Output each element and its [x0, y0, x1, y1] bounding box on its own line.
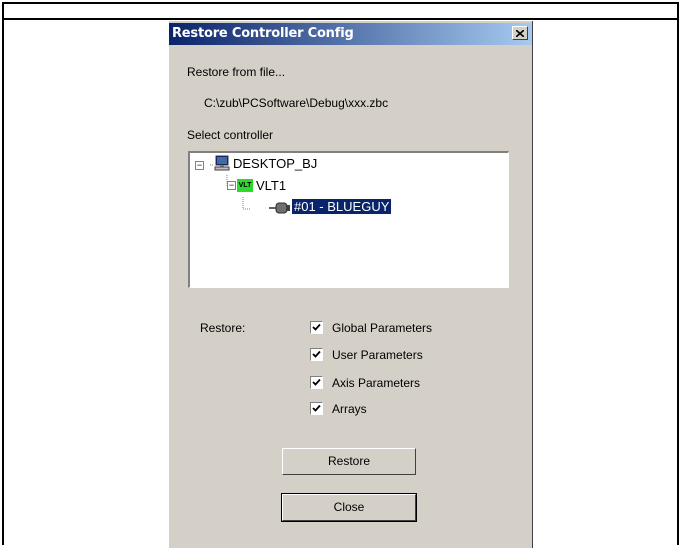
select-controller-label: Select controller	[187, 128, 274, 142]
close-icon	[516, 29, 524, 37]
checkbox-user-parameters[interactable]	[310, 348, 323, 361]
file-path: C:\zub\PCSoftware\Debug\xxx.zbc	[204, 96, 389, 110]
checkbox-axis-parameters[interactable]	[310, 376, 323, 389]
close-x-button[interactable]	[512, 26, 528, 40]
controller-tree[interactable]: − DESKTOP_BJ − VLT VLT1 #01 - BLUEGUY	[188, 151, 509, 288]
option-label: Axis Parameters	[332, 376, 421, 390]
tree-node-vlt1[interactable]: VLT1	[256, 178, 286, 193]
close-button[interactable]: Close	[281, 493, 417, 522]
expander-root[interactable]: −	[195, 161, 204, 170]
restore-button[interactable]: Restore	[282, 448, 416, 475]
controller-icon	[269, 202, 290, 214]
check-icon	[312, 350, 321, 358]
tree-node-desktop[interactable]: DESKTOP_BJ	[233, 156, 317, 171]
check-icon	[312, 323, 321, 331]
check-icon	[312, 378, 321, 386]
check-icon	[312, 404, 321, 412]
tree-node-controller[interactable]: #01 - BLUEGUY	[290, 198, 393, 215]
option-label: User Parameters	[332, 348, 423, 362]
expander-vlt[interactable]: −	[227, 181, 236, 190]
dialog-title: Restore Controller Config	[172, 26, 354, 41]
restore-label: Restore:	[200, 321, 246, 335]
checkbox-arrays[interactable]	[310, 402, 323, 415]
page-frame-top	[2, 2, 679, 20]
option-label: Global Parameters	[332, 321, 433, 335]
restore-from-label: Restore from file...	[187, 65, 286, 79]
option-label: Arrays	[332, 402, 367, 416]
vlt-icon: VLT	[237, 179, 253, 192]
computer-icon	[214, 155, 230, 171]
restore-dialog: Restore Controller Config Restore from f…	[168, 21, 533, 548]
checkbox-global-parameters[interactable]	[310, 321, 323, 334]
title-bar[interactable]: Restore Controller Config	[169, 23, 532, 45]
